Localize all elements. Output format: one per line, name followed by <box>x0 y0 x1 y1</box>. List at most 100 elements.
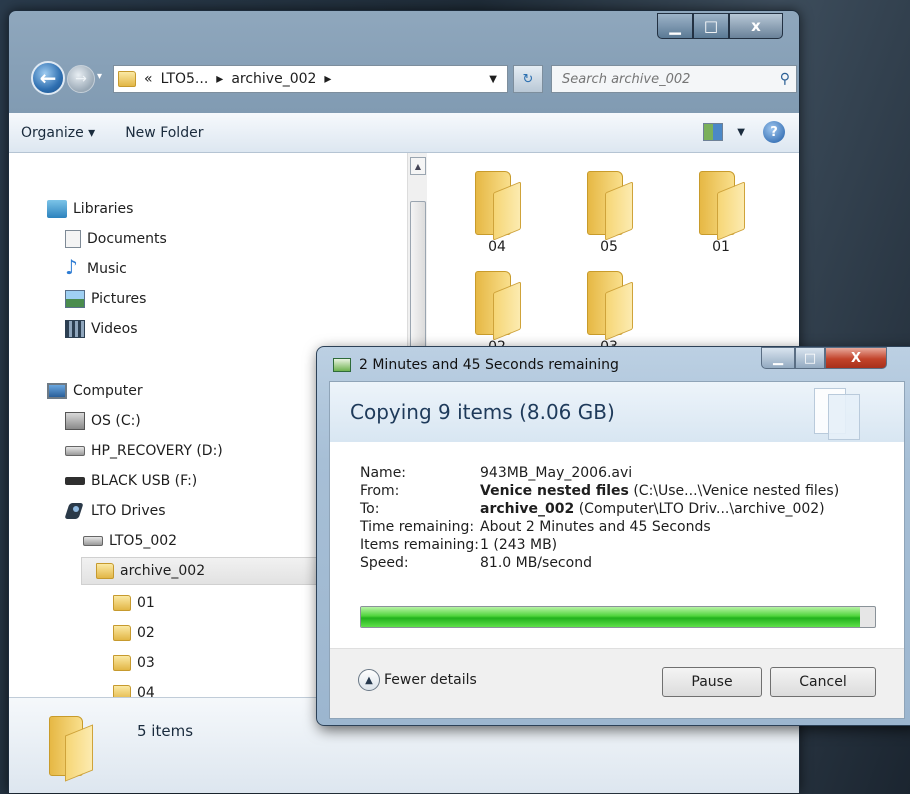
search-input[interactable] <box>560 70 760 88</box>
address-bar[interactable]: « LTO5... ▸ archive_002 ▸ ▼ <box>113 65 508 93</box>
copy-details: Name: 943MB_May_2006.avi From: Venice nest… <box>360 464 839 572</box>
fewer-details-label: Fewer details <box>384 672 477 688</box>
tree-item-lto-drives[interactable]: LTO Drives <box>65 497 166 525</box>
tree-item-music[interactable]: Music <box>65 255 127 283</box>
music-icon <box>65 255 81 279</box>
copy-icon <box>333 358 351 372</box>
tree-item-label: 04 <box>137 685 155 697</box>
search-icon[interactable]: ⚲ <box>780 71 790 87</box>
dialog-caption-buttons: ▁ □ X <box>761 347 887 369</box>
minimize-button[interactable]: ▁ <box>657 13 693 39</box>
destination-folder-link[interactable]: archive_002 <box>480 501 574 517</box>
help-icon[interactable]: ? <box>763 121 785 143</box>
view-options-dropdown-icon[interactable]: ▼ <box>737 127 745 138</box>
tree-item-hp-recovery[interactable]: HP_RECOVERY (D:) <box>65 437 223 465</box>
detail-key: From: <box>360 483 400 499</box>
detail-key: Speed: <box>360 555 409 571</box>
tree-item-libraries[interactable]: Libraries <box>47 195 133 223</box>
tree-item-label: OS (C:) <box>91 413 141 429</box>
dialog-header: Copying 9 items (8.06 GB) <box>330 382 904 442</box>
tree-item-label: Videos <box>91 321 138 337</box>
tree-item-label: Documents <box>87 231 167 247</box>
dialog-close-button[interactable]: X <box>825 347 887 369</box>
tree-item-label: 03 <box>137 655 155 671</box>
documents-icon <box>65 230 81 248</box>
forward-arrow-icon: → <box>75 71 87 87</box>
folder-icon <box>118 71 136 87</box>
dialog-minimize-button[interactable]: ▁ <box>761 347 795 369</box>
breadcrumb-separator-icon[interactable]: ▸ <box>216 71 223 87</box>
tree-item-folder-01[interactable]: 01 <box>113 589 155 617</box>
tree-item-folder-03[interactable]: 03 <box>113 649 155 677</box>
folder-item[interactable]: 01 <box>671 171 771 255</box>
source-path: (C:\Use...\Venice nested files) <box>628 483 840 499</box>
back-button[interactable]: ← <box>31 61 65 95</box>
detail-value: 943MB_May_2006.avi <box>480 465 633 481</box>
tree-item-pictures[interactable]: Pictures <box>65 285 146 313</box>
os-drive-icon <box>65 412 85 430</box>
progress-fill <box>361 607 860 627</box>
folder-item[interactable]: 02 <box>447 271 547 355</box>
back-arrow-icon: ← <box>39 66 57 90</box>
library-icon <box>47 200 67 218</box>
maximize-icon: □ <box>803 350 817 366</box>
history-dropdown-icon[interactable]: ▾ <box>97 71 102 82</box>
breadcrumb-separator-icon[interactable]: ▸ <box>324 71 331 87</box>
detail-row-time: Time remaining: About 2 Minutes and 45 Se… <box>360 518 839 536</box>
tree-item-label: Music <box>87 261 127 277</box>
folder-icon <box>113 625 131 641</box>
breadcrumb-overflow[interactable]: « <box>144 71 153 87</box>
tree-item-label: HP_RECOVERY (D:) <box>91 443 223 459</box>
tree-item-label: LTO5_002 <box>109 533 178 549</box>
folder-icon <box>49 716 93 776</box>
tree-item-videos[interactable]: Videos <box>65 315 138 343</box>
lto-drives-icon <box>65 501 85 521</box>
dialog-body: Copying 9 items (8.06 GB) Name: 943MB_May… <box>329 381 905 719</box>
scroll-up-arrow-icon[interactable]: ▲ <box>410 157 426 175</box>
folder-item[interactable]: 04 <box>447 171 547 255</box>
detail-key: Items remaining: <box>360 537 480 553</box>
tree-item-os-c[interactable]: OS (C:) <box>65 407 141 435</box>
dialog-footer: ▲ Fewer details Pause Cancel <box>330 648 904 718</box>
navigation-bar: ← → ▾ « LTO5... ▸ archive_002 ▸ ▼ ↻ ⚲ <box>29 61 797 97</box>
computer-icon <box>47 383 67 399</box>
tree-item-label: 02 <box>137 625 155 641</box>
new-folder-button[interactable]: New Folder <box>125 125 203 141</box>
refresh-button[interactable]: ↻ <box>513 65 543 93</box>
detail-key: Name: <box>360 465 407 481</box>
folder-icon <box>475 271 519 335</box>
forward-button[interactable]: → <box>67 65 95 93</box>
change-view-icon[interactable] <box>703 123 724 141</box>
detail-key: Time remaining: <box>360 519 475 535</box>
tree-item-black-usb[interactable]: BLACK USB (F:) <box>65 467 197 495</box>
address-dropdown-icon[interactable]: ▼ <box>489 74 497 85</box>
cancel-button[interactable]: Cancel <box>770 667 876 697</box>
folder-item[interactable]: 05 <box>559 171 659 255</box>
organize-menu[interactable]: Organize ▾ <box>21 125 95 141</box>
dialog-maximize-button[interactable]: □ <box>795 347 825 369</box>
tree-item-lto5-002[interactable]: LTO5_002 <box>83 527 177 555</box>
explorer-caption-buttons: ▁ □ x <box>657 13 783 39</box>
close-button[interactable]: x <box>729 13 783 39</box>
folder-label: 01 <box>712 239 730 255</box>
tree-item-folder-02[interactable]: 02 <box>113 619 155 647</box>
maximize-button[interactable]: □ <box>693 13 729 39</box>
detail-row-name: Name: 943MB_May_2006.avi <box>360 464 839 482</box>
tree-item-computer[interactable]: Computer <box>47 377 143 405</box>
destination-path: (Computer\LTO Driv...\archive_002) <box>574 501 825 517</box>
source-folder-link[interactable]: Venice nested files <box>480 483 629 499</box>
search-box[interactable]: ⚲ <box>551 65 797 93</box>
detail-value: archive_002 (Computer\LTO Driv...\archiv… <box>480 500 825 518</box>
pause-button[interactable]: Pause <box>662 667 762 697</box>
tree-item-label: LTO Drives <box>91 503 166 519</box>
breadcrumb-lto5[interactable]: LTO5... <box>161 71 209 87</box>
folder-item[interactable]: 03 <box>559 271 659 355</box>
fewer-details-toggle[interactable]: ▲ Fewer details <box>358 669 477 691</box>
tree-item-folder-04[interactable]: 04 <box>113 679 155 697</box>
detail-value: 1 (243 MB) <box>480 537 558 553</box>
tree-item-documents[interactable]: Documents <box>65 225 167 253</box>
close-icon: X <box>850 350 862 366</box>
folder-label: 04 <box>488 239 506 255</box>
chevron-up-icon: ▲ <box>358 669 380 691</box>
breadcrumb-archive[interactable]: archive_002 <box>231 71 316 87</box>
